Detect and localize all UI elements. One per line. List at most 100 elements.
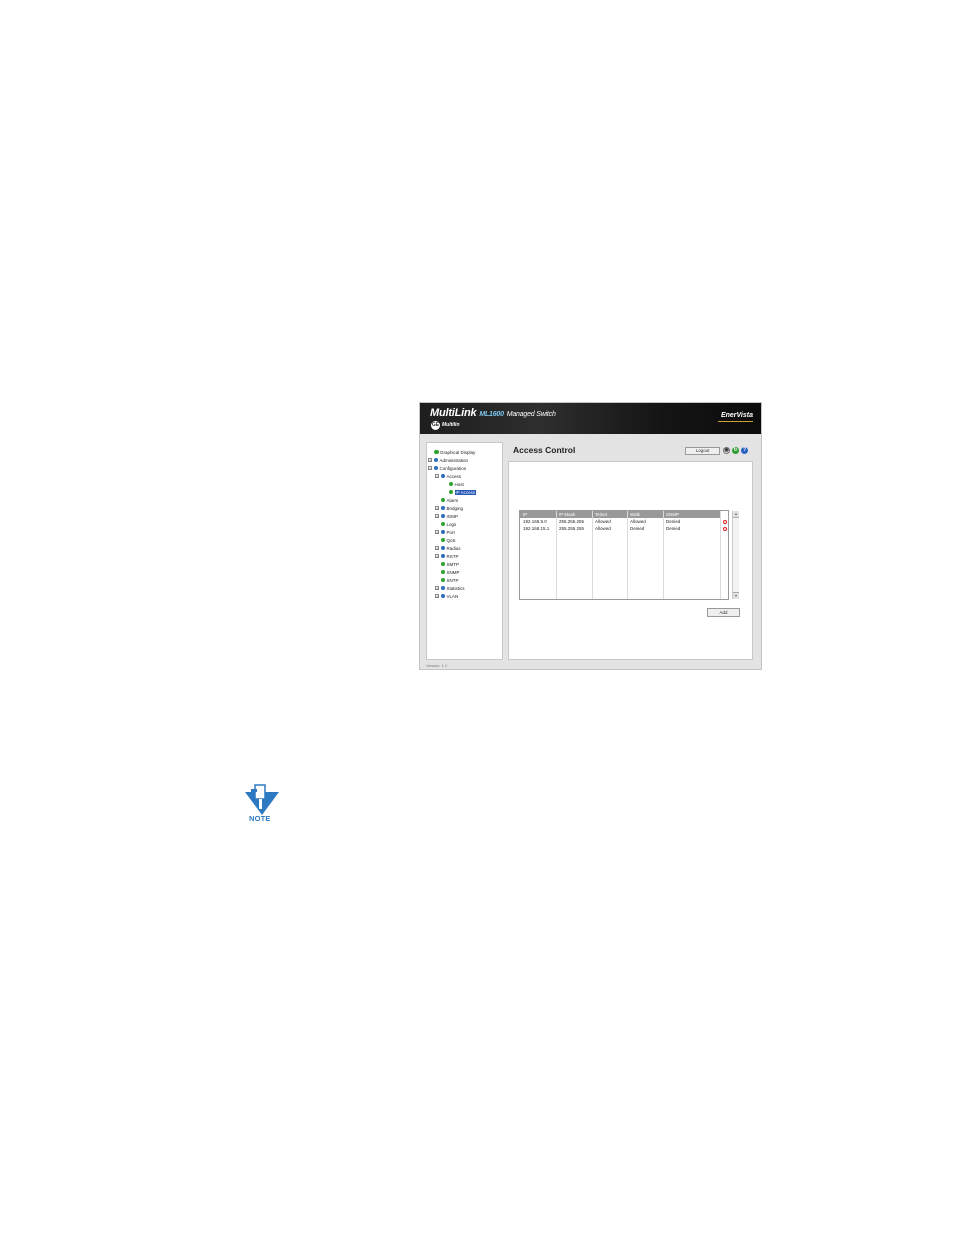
expand-icon[interactable]: + <box>435 546 439 551</box>
table-row[interactable]: 192.168.5.0 255.255.255 Allowed Allowed Deni… <box>520 518 720 525</box>
folder-node-icon <box>433 465 438 471</box>
delete-icon[interactable] <box>723 519 727 524</box>
expand-icon[interactable]: + <box>435 506 439 511</box>
sidebar-item-label: SMTP <box>446 561 460 567</box>
version-label: Version: 1.1 <box>426 663 448 668</box>
app-window: MultiLink ML1600 Managed Switch GE Multi… <box>419 402 762 670</box>
page-node-icon <box>440 497 445 503</box>
sidebar-item-statistics[interactable]: + Statistics <box>435 584 465 592</box>
sidebar-item-sntp[interactable]: SNTP <box>435 576 459 584</box>
sidebar-item-administration[interactable]: + Administration <box>428 456 468 464</box>
table-cell: Denied <box>666 519 681 524</box>
content-panel: IP IP Mask Telnet Walk SNMP 192.168.5.0 255.2… <box>508 461 753 660</box>
sidebar-item-label: Port <box>446 529 455 535</box>
sidebar-item-graphical-display[interactable]: Graphical Display <box>434 448 475 456</box>
sidebar-item-label: Alarm <box>446 497 459 503</box>
page-node-icon <box>440 561 445 567</box>
delete-icon[interactable] <box>723 526 727 531</box>
column-header-snmp[interactable]: SNMP <box>663 511 720 518</box>
sidebar-item-label: VLAN <box>446 593 459 599</box>
column-header-ip-mask[interactable]: IP Mask <box>556 511 592 518</box>
scroll-up-icon[interactable]: ▴ <box>733 511 739 518</box>
sidebar-item-label: Graphical Display <box>440 449 476 455</box>
sidebar-item-access[interactable]: − Access <box>435 472 461 480</box>
logo-underline <box>718 421 753 422</box>
sidebar-item-label: RSTP <box>446 553 459 559</box>
sidebar-item-logs[interactable]: Logs <box>435 520 456 528</box>
enervista-logo: EnerVista <box>720 412 753 419</box>
sidebar-item-configuration[interactable]: − Configuration <box>428 464 466 472</box>
sidebar-item-port[interactable]: + Port <box>435 528 455 536</box>
expand-icon[interactable]: + <box>435 586 439 591</box>
table-cell: 255.255.255 <box>559 519 585 524</box>
page-title: Access Control <box>513 445 576 455</box>
sidebar-item-label: Administration <box>439 457 469 463</box>
sidebar-item-label: Radius <box>446 545 461 551</box>
page-node-icon <box>440 537 445 543</box>
table-header: IP IP Mask Telnet Walk SNMP <box>520 511 720 518</box>
model-name: ML1600 <box>479 411 504 418</box>
brand-title: MultiLink ML1600 Managed Switch <box>430 407 556 419</box>
ge-logo-icon: GE <box>431 421 440 430</box>
column-divider <box>627 511 628 599</box>
folder-node-icon <box>433 457 438 463</box>
table-cell: Denied <box>630 526 645 531</box>
scroll-down-icon[interactable]: ▾ <box>733 592 739 599</box>
sidebar-item-snmp[interactable]: SNMP <box>435 568 460 576</box>
folder-node-icon <box>440 593 445 599</box>
table-cell: Allowed <box>595 519 611 524</box>
sidebar-item-bridging[interactable]: + Bridging <box>435 504 463 512</box>
column-header-telnet[interactable]: Telnet <box>592 511 627 518</box>
table-cell: 192.168.5.0 <box>523 519 547 524</box>
page-node-icon <box>440 569 445 575</box>
column-divider <box>663 511 664 599</box>
note-label: NOTE <box>249 814 271 823</box>
table-cell: Allowed <box>630 519 646 524</box>
page-node-icon <box>440 521 445 527</box>
folder-node-icon <box>440 473 445 479</box>
save-icon[interactable]: ◉ <box>723 447 730 454</box>
sidebar-item-rstp[interactable]: + RSTP <box>435 552 459 560</box>
header-banner: MultiLink ML1600 Managed Switch GE Multi… <box>420 403 761 434</box>
sidebar-item-alarm[interactable]: Alarm <box>435 496 458 504</box>
folder-node-icon <box>440 585 445 591</box>
sidebar-item-label: Bridging <box>446 505 464 511</box>
sidebar-item-igmp[interactable]: + IGMP <box>435 512 458 520</box>
page-node-icon <box>440 577 445 583</box>
collapse-icon[interactable]: − <box>435 474 439 479</box>
sidebar-item-host[interactable]: Host <box>443 480 464 488</box>
sidebar-item-label: SNTP <box>446 577 459 583</box>
add-button[interactable]: Add <box>707 608 740 617</box>
page-node-icon <box>448 489 453 495</box>
expand-icon[interactable]: + <box>435 514 439 519</box>
logout-button[interactable]: Logout <box>685 447 720 455</box>
folder-node-icon <box>440 529 445 535</box>
folder-node-icon <box>440 513 445 519</box>
folder-node-icon <box>440 505 445 511</box>
expand-icon[interactable]: + <box>435 594 439 599</box>
sidebar-item-radius[interactable]: + Radius <box>435 544 461 552</box>
column-header-ip[interactable]: IP <box>520 511 556 518</box>
table-row[interactable]: 192.168.15.1 255.255.255 Allowed Denied Deni… <box>520 525 720 532</box>
column-divider <box>720 511 721 599</box>
ip-access-table: IP IP Mask Telnet Walk SNMP 192.168.5.0 255.2… <box>519 510 739 600</box>
folder-node-icon <box>440 545 445 551</box>
table-cell: 192.168.15.1 <box>523 526 550 531</box>
page-node-icon <box>448 481 453 487</box>
sidebar-item-ip-access[interactable]: IP Access <box>443 488 477 496</box>
refresh-icon[interactable]: ↻ <box>732 447 739 454</box>
expand-icon[interactable]: + <box>435 530 439 535</box>
sidebar-item-label: Host <box>454 481 464 487</box>
table-scrollbar[interactable]: ▴ ▾ <box>732 511 739 599</box>
expand-icon[interactable]: + <box>435 554 439 559</box>
expand-icon[interactable]: + <box>428 458 432 463</box>
sidebar-item-vlan[interactable]: + VLAN <box>435 592 458 600</box>
help-icon[interactable]: ? <box>741 447 748 454</box>
collapse-icon[interactable]: − <box>428 466 432 471</box>
sidebar-item-smtp[interactable]: SMTP <box>435 560 459 568</box>
column-header-walk[interactable]: Walk <box>627 511 663 518</box>
brand-name: MultiLink <box>430 407 477 419</box>
sidebar-item-label: IGMP <box>446 513 459 519</box>
sidebar-item-qos[interactable]: QoS <box>435 536 456 544</box>
sidebar-item-label: Logs <box>446 521 457 527</box>
